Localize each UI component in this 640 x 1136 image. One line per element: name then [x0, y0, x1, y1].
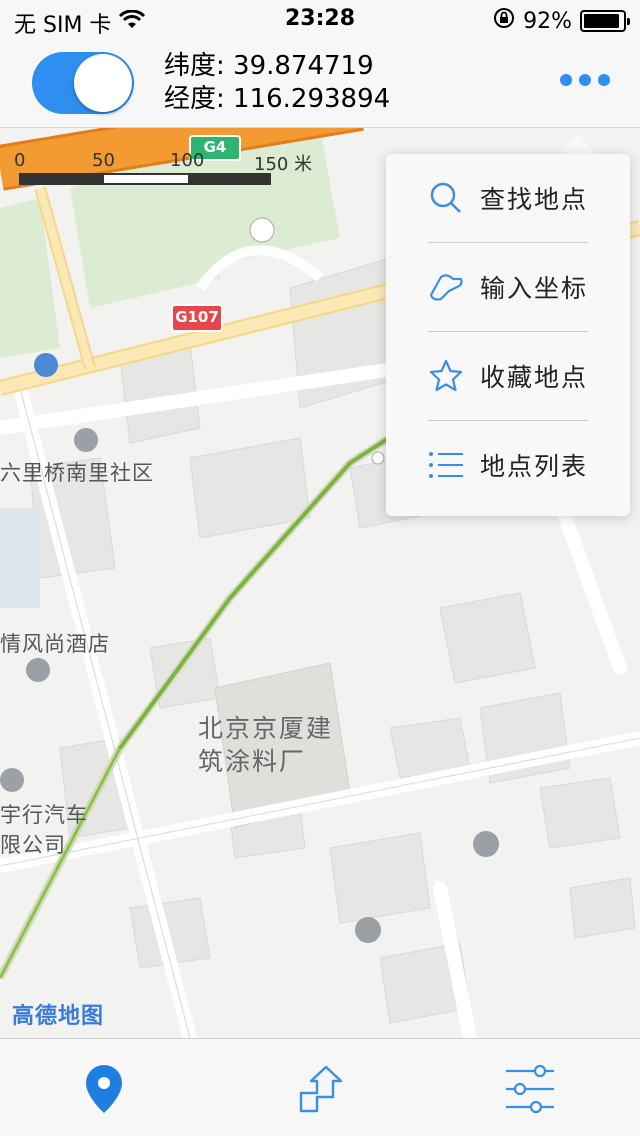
tab-route[interactable] — [288, 1061, 348, 1121]
battery-icon — [580, 10, 630, 32]
battery-fill — [584, 14, 619, 28]
search-icon — [426, 178, 466, 218]
star-icon — [426, 356, 466, 396]
header: 纬度: 39.874719 经度: 116.293894 — [0, 40, 640, 128]
amap-logo: 高德地图 — [12, 1004, 105, 1029]
menu-item-input-coords[interactable]: 输入坐标 — [386, 243, 630, 331]
tab-location[interactable] — [74, 1061, 134, 1121]
longitude-text: 经度: 116.293894 — [164, 84, 391, 114]
menu-arrow — [560, 134, 596, 154]
menu-item-label: 输入坐标 — [480, 274, 589, 303]
poi-car-line2: 限公司 — [0, 833, 66, 857]
tab-settings[interactable] — [500, 1061, 560, 1121]
more-dot-icon — [579, 74, 591, 86]
poi-factory-line1: 北京京厦建 — [198, 714, 334, 743]
scale-tick-0: 0 — [14, 150, 26, 171]
menu-item-search[interactable]: 查找地点 — [386, 154, 630, 242]
pin-input-icon — [426, 267, 466, 307]
menu-item-favorites[interactable]: 收藏地点 — [386, 332, 630, 420]
orientation-lock-icon — [493, 7, 515, 35]
location-pin-icon — [82, 1063, 126, 1119]
poi-factory[interactable]: 北京京厦建 筑涂料厂 — [198, 712, 333, 778]
menu-item-label: 收藏地点 — [480, 363, 589, 392]
poi-car-company[interactable]: 宇行汽车 限公司 — [0, 800, 88, 860]
toggle-knob — [74, 54, 132, 112]
settings-sliders-icon — [504, 1064, 556, 1118]
battery-area: 92% — [493, 7, 630, 35]
status-bar: 无 SIM 卡 23:28 92% — [0, 0, 640, 40]
menu-item-list[interactable]: 地点列表 — [386, 421, 630, 509]
more-dot-icon — [560, 74, 572, 86]
coordinates: 纬度: 39.874719 经度: 116.293894 — [164, 50, 390, 116]
latitude-text: 纬度: 39.874719 — [164, 51, 374, 81]
more-dot-icon — [598, 74, 610, 86]
poi-hotel[interactable]: 情风尚酒店 — [0, 628, 110, 658]
poi-car-line1: 宇行汽车 — [0, 803, 88, 827]
menu-item-label: 地点列表 — [480, 452, 589, 481]
g107-badge: G107 — [175, 308, 219, 326]
battery-percent: 92% — [523, 8, 572, 34]
poi-factory-line2: 筑涂料厂 — [198, 747, 307, 776]
route-icon — [293, 1063, 343, 1119]
scale-tick-50: 50 — [92, 150, 115, 171]
list-icon — [426, 445, 466, 485]
more-menu: 查找地点 输入坐标 收藏地点 地点列表 — [386, 154, 630, 516]
g4-badge: G4 — [203, 138, 227, 156]
tab-bar — [0, 1038, 640, 1136]
scale-tick-150: 150 米 — [254, 154, 313, 175]
poi-community[interactable]: 六里桥南里社区 — [0, 457, 154, 487]
menu-item-label: 查找地点 — [480, 185, 589, 214]
location-toggle[interactable] — [32, 52, 134, 114]
more-button[interactable] — [560, 74, 610, 86]
